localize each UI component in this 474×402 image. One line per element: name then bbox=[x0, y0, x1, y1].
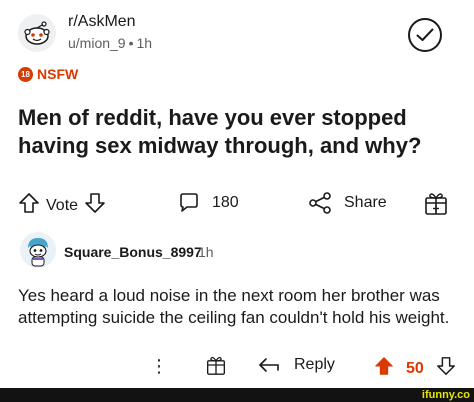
more-options-button[interactable]: ⋮ bbox=[150, 356, 168, 377]
nsfw-18-icon: 18 bbox=[18, 66, 33, 82]
upvote-filled-icon bbox=[375, 357, 393, 375]
share-icon bbox=[309, 192, 331, 214]
reply-button[interactable]: Reply bbox=[258, 356, 335, 374]
comment-award-button[interactable] bbox=[206, 354, 226, 381]
meta-separator: • bbox=[128, 35, 134, 51]
post-author[interactable]: u/mion_9 bbox=[68, 35, 126, 51]
subreddit-avatar[interactable] bbox=[18, 14, 56, 52]
snoo-icon bbox=[18, 14, 56, 52]
award-button[interactable] bbox=[424, 190, 448, 221]
downvote-arrow-icon bbox=[85, 193, 105, 213]
upvote-button[interactable] bbox=[18, 192, 40, 219]
vote-label: Vote bbox=[46, 196, 79, 214]
comments-button[interactable]: 180 bbox=[178, 192, 239, 214]
comment-score: 50 bbox=[406, 359, 424, 377]
vote-bar: Vote bbox=[18, 192, 106, 219]
reply-arrow-icon bbox=[259, 358, 279, 372]
downvote-button[interactable] bbox=[84, 192, 106, 219]
comment-count: 180 bbox=[212, 194, 239, 211]
post-title[interactable]: Men of reddit, have you ever stopped hav… bbox=[18, 104, 458, 160]
reply-label: Reply bbox=[294, 356, 335, 373]
commenter-username[interactable]: Square_Bonus_8997 bbox=[64, 244, 202, 260]
gift-award-icon bbox=[425, 193, 447, 215]
nsfw-label: NSFW bbox=[37, 66, 79, 82]
share-label: Share bbox=[344, 194, 387, 211]
join-check-button[interactable] bbox=[408, 18, 442, 52]
comment-age: 1h bbox=[198, 244, 214, 260]
post-meta: u/mion_9 • 1h bbox=[68, 35, 152, 51]
snoo-avatar-icon bbox=[20, 232, 56, 268]
downvote-arrow-icon bbox=[436, 357, 455, 375]
upvote-arrow-icon bbox=[19, 193, 39, 213]
post-age: 1h bbox=[136, 35, 153, 51]
subreddit-name[interactable]: r/AskMen bbox=[68, 13, 136, 31]
share-button[interactable]: Share bbox=[308, 192, 387, 214]
nsfw-tag: 18 NSFW bbox=[18, 66, 78, 82]
checkmark-icon bbox=[416, 28, 434, 41]
watermark-text: ifunny.co bbox=[421, 389, 470, 401]
gift-award-icon bbox=[207, 356, 225, 375]
watermark-strip bbox=[0, 388, 474, 402]
comment-downvote-button[interactable] bbox=[436, 356, 456, 381]
comment-vote-bar: 50 bbox=[374, 356, 456, 381]
commenter-avatar[interactable] bbox=[20, 232, 56, 268]
comment-body: Yes heard a loud noise in the next room … bbox=[18, 286, 450, 327]
comment-upvote-button[interactable] bbox=[374, 356, 394, 381]
comment-bubble-icon bbox=[180, 193, 198, 212]
